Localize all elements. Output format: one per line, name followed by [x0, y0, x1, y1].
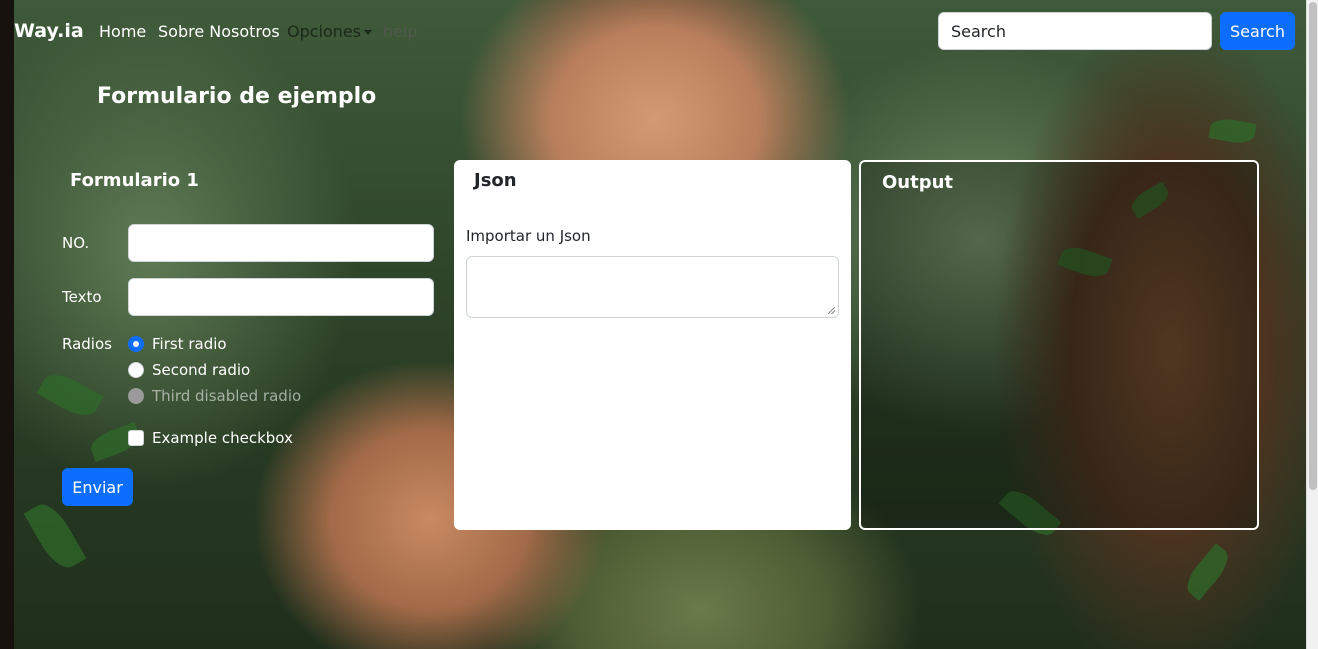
- no-label: NO.: [62, 234, 90, 252]
- radio-second[interactable]: [128, 362, 144, 378]
- caret-down-icon: [364, 30, 373, 35]
- scrollbar-thumb[interactable]: [1309, 2, 1317, 490]
- output-card: Output: [859, 160, 1259, 530]
- form-1-title: Formulario 1: [70, 170, 199, 191]
- example-checkbox-row[interactable]: Example checkbox: [128, 428, 293, 448]
- radio-first-row[interactable]: First radio: [128, 334, 227, 354]
- radio-second-label[interactable]: Second radio: [152, 361, 250, 379]
- search-input[interactable]: [938, 12, 1212, 50]
- radio-first[interactable]: [128, 336, 144, 352]
- nav-dropdown-label: Opciones: [287, 22, 362, 41]
- vertical-scrollbar[interactable]: [1306, 0, 1318, 649]
- example-checkbox-label[interactable]: Example checkbox: [152, 429, 293, 447]
- radio-third-disabled: [128, 388, 144, 404]
- output-card-title: Output: [882, 172, 954, 193]
- texto-label: Texto: [62, 288, 102, 306]
- navbar: Way.ia Home Sobre Nosotros Opciones help…: [14, 0, 1304, 62]
- json-card: Json Importar un Json: [454, 160, 851, 530]
- import-json-label: Importar un Json: [466, 227, 591, 245]
- radio-first-label[interactable]: First radio: [152, 335, 227, 353]
- search-button[interactable]: Search: [1220, 12, 1295, 50]
- import-json-textarea[interactable]: [466, 256, 839, 318]
- radio-second-row[interactable]: Second radio: [128, 360, 250, 380]
- nav-link-help[interactable]: help: [383, 22, 418, 41]
- enviar-button[interactable]: Enviar: [62, 468, 133, 506]
- nav-link-home[interactable]: Home: [99, 22, 146, 41]
- brand-logo[interactable]: Way.ia: [14, 20, 84, 42]
- nav-dropdown-opciones[interactable]: Opciones: [287, 22, 373, 41]
- nav-link-sobre-nosotros[interactable]: Sobre Nosotros: [158, 22, 280, 41]
- example-checkbox[interactable]: [128, 430, 144, 446]
- no-input[interactable]: [128, 224, 434, 262]
- texto-input[interactable]: [128, 278, 434, 316]
- radio-third-row: Third disabled radio: [128, 386, 301, 406]
- radio-third-label: Third disabled radio: [152, 387, 302, 405]
- page-title: Formulario de ejemplo: [97, 84, 377, 109]
- json-card-title: Json: [474, 170, 517, 191]
- radios-label: Radios: [62, 335, 112, 353]
- left-edge: [0, 0, 14, 649]
- resize-grip-icon[interactable]: [828, 307, 835, 314]
